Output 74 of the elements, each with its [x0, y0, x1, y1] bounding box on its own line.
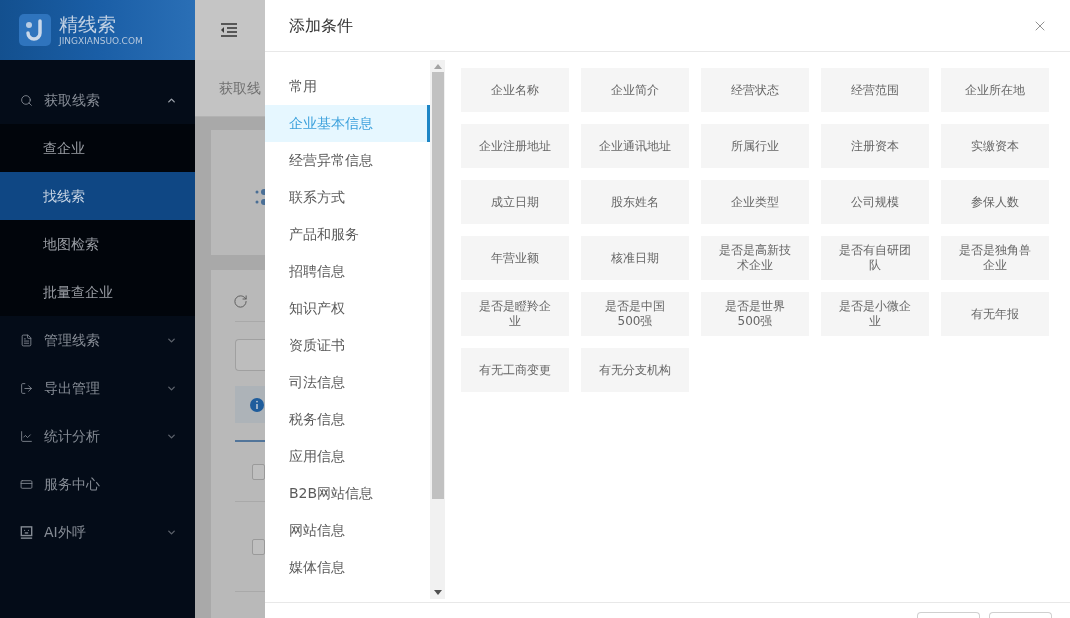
logo-icon: [19, 14, 51, 46]
condition-button[interactable]: 经营状态: [701, 68, 809, 112]
category-tab[interactable]: 税务信息: [265, 401, 430, 438]
condition-button[interactable]: 有无年报: [941, 292, 1049, 336]
category-tab[interactable]: 常用: [265, 68, 430, 105]
checkbox[interactable]: [252, 538, 265, 555]
checkbox[interactable]: [252, 463, 265, 480]
category-tab[interactable]: 媒体信息: [265, 549, 430, 586]
condition-button[interactable]: 是否是世界500强: [701, 292, 809, 336]
dots-icon: [255, 188, 265, 205]
logo-domain: JINGXIANSUO.COM: [59, 36, 143, 47]
search-icon: [20, 93, 33, 107]
condition-button[interactable]: 参保人数: [941, 180, 1049, 224]
menu-item[interactable]: 管理线索: [0, 316, 195, 364]
submenu-item[interactable]: 找线索: [0, 172, 195, 220]
scroll-up-icon[interactable]: [433, 64, 442, 69]
info-icon: [250, 397, 264, 412]
condition-button[interactable]: 是否是高新技术企业: [701, 236, 809, 280]
condition-button[interactable]: 注册资本: [821, 124, 929, 168]
footer-button[interactable]: [917, 612, 980, 618]
refresh-icon[interactable]: [233, 294, 248, 309]
logo-text: 精线索: [59, 13, 117, 35]
condition-button[interactable]: 企业所在地: [941, 68, 1049, 112]
condition-button[interactable]: 企业类型: [701, 180, 809, 224]
menu-item[interactable]: 服务中心: [0, 460, 195, 508]
export-icon: [20, 381, 33, 395]
condition-button[interactable]: 是否有自研团队: [821, 236, 929, 280]
robot-icon: [20, 525, 33, 539]
menu-item[interactable]: 导出管理: [0, 364, 195, 412]
condition-button[interactable]: 有无工商变更: [461, 348, 569, 392]
condition-button[interactable]: 公司规模: [821, 180, 929, 224]
submenu-item[interactable]: 地图检索: [0, 220, 195, 268]
category-tab[interactable]: 产品和服务: [265, 216, 430, 253]
category-tab[interactable]: 司法信息: [265, 364, 430, 401]
condition-button[interactable]: 是否是小微企业: [821, 292, 929, 336]
category-tab[interactable]: 应用信息: [265, 438, 430, 475]
drawer-title: 添加条件: [289, 14, 353, 37]
scrollbar[interactable]: [430, 60, 445, 599]
condition-button[interactable]: 成立日期: [461, 180, 569, 224]
category-tab[interactable]: 经营异常信息: [265, 142, 430, 179]
condition-button[interactable]: 企业名称: [461, 68, 569, 112]
document-icon: [20, 333, 33, 347]
condition-button[interactable]: 经营范围: [821, 68, 929, 112]
menu-item[interactable]: 获取线索: [0, 76, 195, 124]
scroll-down-icon[interactable]: [433, 590, 442, 595]
condition-button[interactable]: 企业通讯地址: [581, 124, 689, 168]
breadcrumb-text: 获取线: [219, 78, 261, 98]
condition-button[interactable]: 是否是瞪羚企业: [461, 292, 569, 336]
condition-button[interactable]: 是否是独角兽企业: [941, 236, 1049, 280]
category-tab[interactable]: 招聘信息: [265, 253, 430, 290]
condition-button[interactable]: 股东姓名: [581, 180, 689, 224]
submenu-item[interactable]: 批量查企业: [0, 268, 195, 316]
condition-button[interactable]: 有无分支机构: [581, 348, 689, 392]
category-tab[interactable]: 联系方式: [265, 179, 430, 216]
submenu-item[interactable]: 查企业: [0, 124, 195, 172]
category-tab[interactable]: B2B网站信息: [265, 475, 430, 512]
menu-fold-icon[interactable]: [220, 23, 238, 37]
card-icon: [20, 477, 33, 491]
menu-item[interactable]: 统计分析: [0, 412, 195, 460]
category-tab[interactable]: 知识产权: [265, 290, 430, 327]
search-field[interactable]: [235, 339, 265, 371]
category-tab[interactable]: 资质证书: [265, 327, 430, 364]
condition-button[interactable]: 是否是中国500强: [581, 292, 689, 336]
menu-item[interactable]: AI外呼: [0, 508, 195, 556]
condition-button[interactable]: 企业简介: [581, 68, 689, 112]
condition-button[interactable]: 所属行业: [701, 124, 809, 168]
condition-button[interactable]: 实缴资本: [941, 124, 1049, 168]
condition-button[interactable]: 年营业额: [461, 236, 569, 280]
scrollbar-thumb[interactable]: [431, 72, 444, 499]
condition-button[interactable]: 核准日期: [581, 236, 689, 280]
condition-button[interactable]: 企业注册地址: [461, 124, 569, 168]
category-tab[interactable]: 网站信息: [265, 512, 430, 549]
footer-button[interactable]: [989, 612, 1052, 618]
line-chart-icon: [20, 429, 33, 443]
